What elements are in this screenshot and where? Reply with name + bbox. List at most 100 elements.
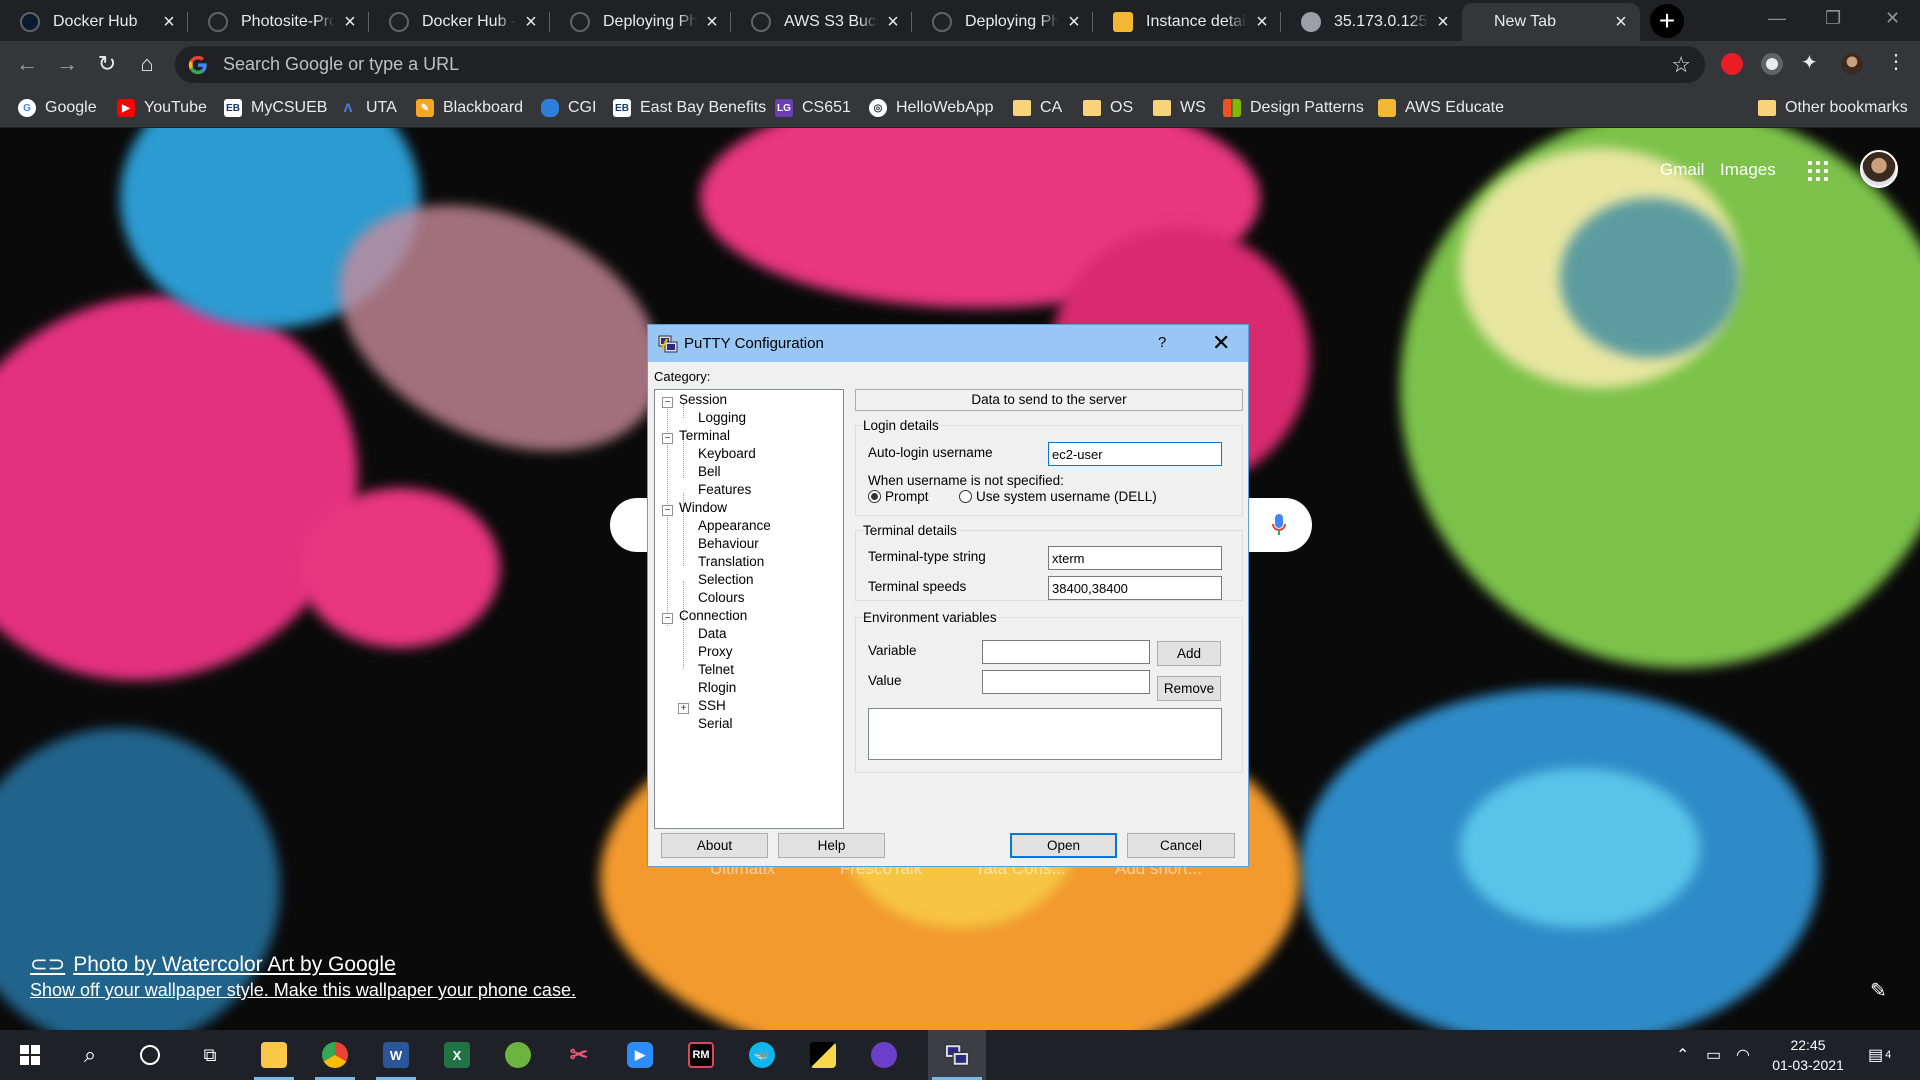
taskbar-zoom[interactable]: ▶: [616, 1030, 664, 1080]
cortana-icon[interactable]: [126, 1030, 174, 1080]
expand-icon[interactable]: +: [678, 703, 689, 714]
restore-icon[interactable]: ❐: [1825, 8, 1841, 29]
tree-terminal[interactable]: Terminal: [679, 428, 730, 443]
tree-proxy[interactable]: Proxy: [698, 644, 733, 659]
terminal-speeds-field[interactable]: [1048, 576, 1222, 600]
close-icon[interactable]: ✕: [1212, 330, 1230, 356]
taskbar-snipping-tool[interactable]: ✂: [555, 1030, 603, 1080]
forward-icon[interactable]: →: [52, 49, 82, 79]
tab-docker-hub-search[interactable]: Docker Hub - Search ×: [369, 3, 550, 41]
bookmark-mycsueb[interactable]: EB MyCSUEB: [224, 88, 327, 128]
dialog-titlebar[interactable]: PuTTY Configuration ? ✕: [648, 325, 1248, 362]
bookmark-cgi[interactable]: CGI: [541, 88, 596, 128]
tree-rlogin[interactable]: Rlogin: [698, 680, 736, 695]
tree-logging[interactable]: Logging: [698, 410, 746, 425]
close-icon[interactable]: ×: [1065, 11, 1083, 34]
adblock-extension-icon[interactable]: [1721, 53, 1743, 75]
environment-variables-list[interactable]: [868, 708, 1222, 760]
bookmark-uta[interactable]: ʌ UTA: [339, 88, 397, 128]
tab-photosite-project[interactable]: Photosite-Project ×: [188, 3, 369, 41]
bookmark-east-bay-benefits[interactable]: EB East Bay Benefits: [613, 88, 766, 128]
taskbar-github-desktop[interactable]: [860, 1030, 908, 1080]
taskbar-file-explorer[interactable]: [250, 1030, 298, 1080]
tab-new-tab[interactable]: New Tab ×: [1462, 3, 1640, 41]
close-icon[interactable]: ×: [1434, 11, 1452, 34]
profile-avatar[interactable]: [1841, 53, 1863, 75]
puzzle-icon[interactable]: ✦: [1801, 50, 1823, 74]
google-apps-icon[interactable]: [1808, 161, 1828, 181]
task-view-icon[interactable]: ⧉: [186, 1030, 234, 1080]
bookmark-cs651[interactable]: LG CS651: [775, 88, 851, 128]
bookmark-aws-educate[interactable]: AWS Educate: [1378, 88, 1504, 128]
value-field[interactable]: [982, 670, 1150, 694]
search-icon[interactable]: ⌕: [66, 1030, 114, 1080]
variable-field[interactable]: [982, 640, 1150, 664]
bookmark-folder-os[interactable]: OS: [1083, 88, 1133, 128]
tree-selection[interactable]: Selection: [698, 572, 754, 587]
microphone-icon[interactable]: [1271, 513, 1287, 537]
start-button[interactable]: [6, 1030, 54, 1080]
bookmark-folder-ca[interactable]: CA: [1013, 88, 1062, 128]
tab-instance-details[interactable]: Instance details ×: [1093, 3, 1281, 41]
show-hidden-icons[interactable]: ⌃: [1676, 1030, 1689, 1080]
tree-keyboard[interactable]: Keyboard: [698, 446, 756, 461]
other-bookmarks[interactable]: Other bookmarks: [1758, 88, 1908, 128]
home-icon[interactable]: ⌂: [132, 49, 162, 79]
tree-session[interactable]: Session: [679, 392, 727, 407]
close-icon[interactable]: ×: [522, 11, 540, 34]
ntp-search-box[interactable]: [610, 498, 650, 552]
tree-behaviour[interactable]: Behaviour: [698, 536, 759, 551]
omnibox-input[interactable]: [223, 54, 1672, 75]
tree-translation[interactable]: Translation: [698, 554, 764, 569]
wifi-icon[interactable]: ◠: [1736, 1030, 1750, 1080]
extension-icon[interactable]: [1761, 53, 1783, 75]
taskbar-putty[interactable]: [928, 1030, 986, 1080]
tree-serial[interactable]: Serial: [698, 716, 733, 731]
close-icon[interactable]: ×: [703, 11, 721, 34]
tab-deploying-photosite-2[interactable]: Deploying Photosite ×: [912, 3, 1093, 41]
taskbar-sticky-notes[interactable]: [799, 1030, 847, 1080]
bookmark-design-patterns[interactable]: Design Patterns: [1223, 88, 1364, 128]
close-icon[interactable]: ×: [884, 11, 902, 34]
back-icon[interactable]: ←: [12, 49, 42, 79]
tab-docker-hub[interactable]: Docker Hub ×: [0, 3, 188, 41]
collapse-icon[interactable]: −: [662, 433, 673, 444]
tree-bell[interactable]: Bell: [698, 464, 721, 479]
add-button[interactable]: Add: [1157, 641, 1221, 666]
menu-kebab-icon[interactable]: ⋮: [1886, 49, 1908, 73]
ntp-search-box-end[interactable]: [1246, 498, 1312, 552]
tree-window[interactable]: Window: [679, 500, 727, 515]
help-button[interactable]: Help: [778, 833, 885, 858]
battery-icon[interactable]: ▭: [1706, 1030, 1721, 1080]
about-button[interactable]: About: [661, 833, 768, 858]
tree-appearance[interactable]: Appearance: [698, 518, 771, 533]
radio-system-username[interactable]: Use system username (DELL): [959, 489, 1157, 504]
taskbar-rubymine[interactable]: RM: [677, 1030, 725, 1080]
taskbar-clock[interactable]: 22:45 01-03-2021: [1760, 1035, 1856, 1075]
terminal-type-field[interactable]: [1048, 546, 1222, 570]
tab-ip-address[interactable]: 35.173.0.125 ×: [1281, 3, 1462, 41]
bookmark-hellowebapp[interactable]: ◎ HelloWebApp: [869, 88, 994, 128]
tab-deploying-photosite[interactable]: Deploying Photosite ×: [550, 3, 731, 41]
tree-ssh[interactable]: SSH: [698, 698, 726, 713]
bookmark-folder-ws[interactable]: WS: [1153, 88, 1206, 128]
collapse-icon[interactable]: −: [662, 505, 673, 516]
bookmark-star-icon[interactable]: ☆: [1671, 52, 1691, 78]
close-window-icon[interactable]: ✕: [1885, 8, 1900, 29]
help-icon[interactable]: ?: [1158, 334, 1166, 351]
tree-colours[interactable]: Colours: [698, 590, 745, 605]
notifications-button[interactable]: ▤ 4: [1868, 1030, 1891, 1080]
tree-telnet[interactable]: Telnet: [698, 662, 734, 677]
close-icon[interactable]: ×: [1612, 11, 1630, 34]
category-tree[interactable]: − Session Logging − Terminal Keyboard Be…: [654, 389, 844, 829]
collapse-icon[interactable]: −: [662, 613, 673, 624]
close-icon[interactable]: ×: [160, 11, 178, 34]
customize-pencil-icon[interactable]: ✎: [1870, 978, 1887, 1003]
taskbar-excel[interactable]: X: [433, 1030, 481, 1080]
taskbar-spring-tool[interactable]: [494, 1030, 542, 1080]
gmail-link[interactable]: Gmail: [1660, 160, 1704, 180]
images-link[interactable]: Images: [1720, 160, 1776, 180]
remove-button[interactable]: Remove: [1157, 676, 1221, 701]
taskbar-docker[interactable]: 🐳: [738, 1030, 786, 1080]
tree-data[interactable]: Data: [698, 626, 727, 641]
